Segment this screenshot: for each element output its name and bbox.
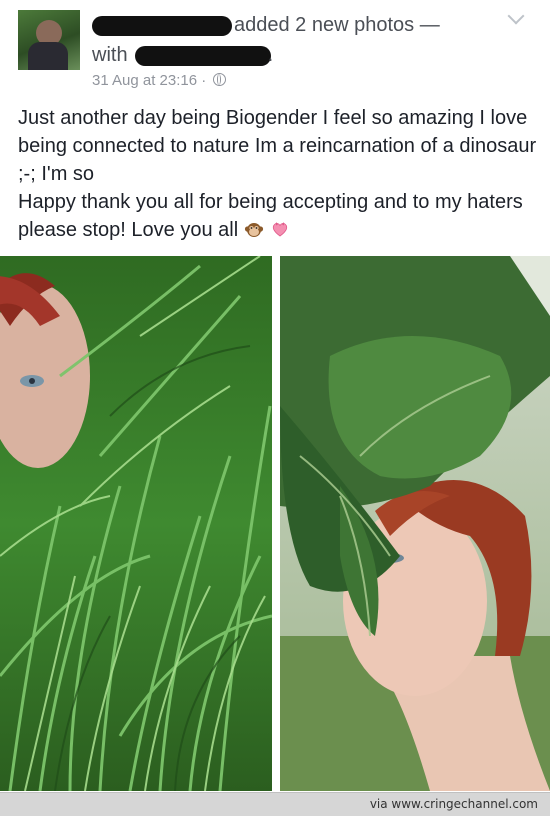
chevron-down-icon[interactable] <box>507 7 525 25</box>
post-text-line-1: Just another day being Biogender I feel … <box>18 107 537 185</box>
period-text: . <box>267 44 274 66</box>
globe-icon <box>213 73 227 86</box>
grass-selfie-photo[interactable] <box>0 256 272 791</box>
source-credit: via www.cringechannel.com <box>369 797 538 811</box>
timestamp[interactable]: 31 Aug at 23:16 · <box>92 72 206 89</box>
leaf-selfie-photo[interactable] <box>280 256 550 791</box>
avatar[interactable] <box>18 10 80 70</box>
header-line: added 2 new photos — <box>92 14 440 37</box>
post-text: Just another day being Biogender I feel … <box>18 104 538 244</box>
grass-photo-art <box>0 256 272 791</box>
with-text: with <box>92 44 128 66</box>
post-meta: 31 Aug at 23:16 · <box>92 72 227 89</box>
avatar-body <box>28 42 68 70</box>
leaf-photo-art <box>280 256 550 791</box>
photo-grid <box>0 256 550 791</box>
heart-ribbon-icon <box>273 222 288 237</box>
post-header: added 2 new photos — with. 31 Aug at 23:… <box>0 0 550 92</box>
action-text: added 2 new photos — <box>234 14 440 36</box>
post-text-line-2: Happy thank you all for being accepting … <box>18 188 538 244</box>
footer-bar: via www.cringechannel.com <box>0 792 550 816</box>
with-line: with. <box>92 44 273 67</box>
monkey-face-icon <box>245 223 264 237</box>
